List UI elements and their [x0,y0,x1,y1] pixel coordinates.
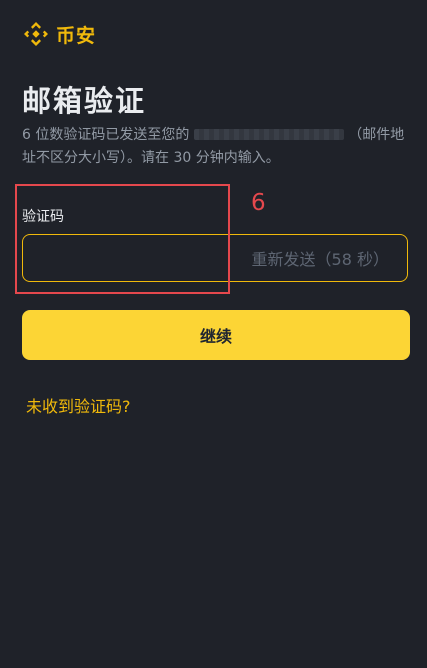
verification-code-input[interactable] [23,235,252,281]
masked-email [193,129,344,140]
verification-code-label: 验证码 [22,209,64,225]
verification-code-field: 重新发送（58 秒） [22,234,408,282]
brand-header: 币安 [22,20,96,48]
annotation-label: 6 [251,190,266,216]
page-title: 邮箱验证 [22,84,147,118]
binance-diamond-icon [24,22,48,46]
resend-code-button[interactable]: 重新发送（58 秒） [252,246,389,270]
brand-name: 币安 [56,24,97,47]
continue-button[interactable]: 继续 [22,310,410,360]
description-before: 6 位数验证码已发送至您的 [22,127,190,143]
verification-description: 6 位数验证码已发送至您的 （邮件地址不区分大小写）。请在 30 分钟内输入。 [22,124,406,170]
code-not-received-link[interactable]: 未收到验证码? [26,393,131,417]
